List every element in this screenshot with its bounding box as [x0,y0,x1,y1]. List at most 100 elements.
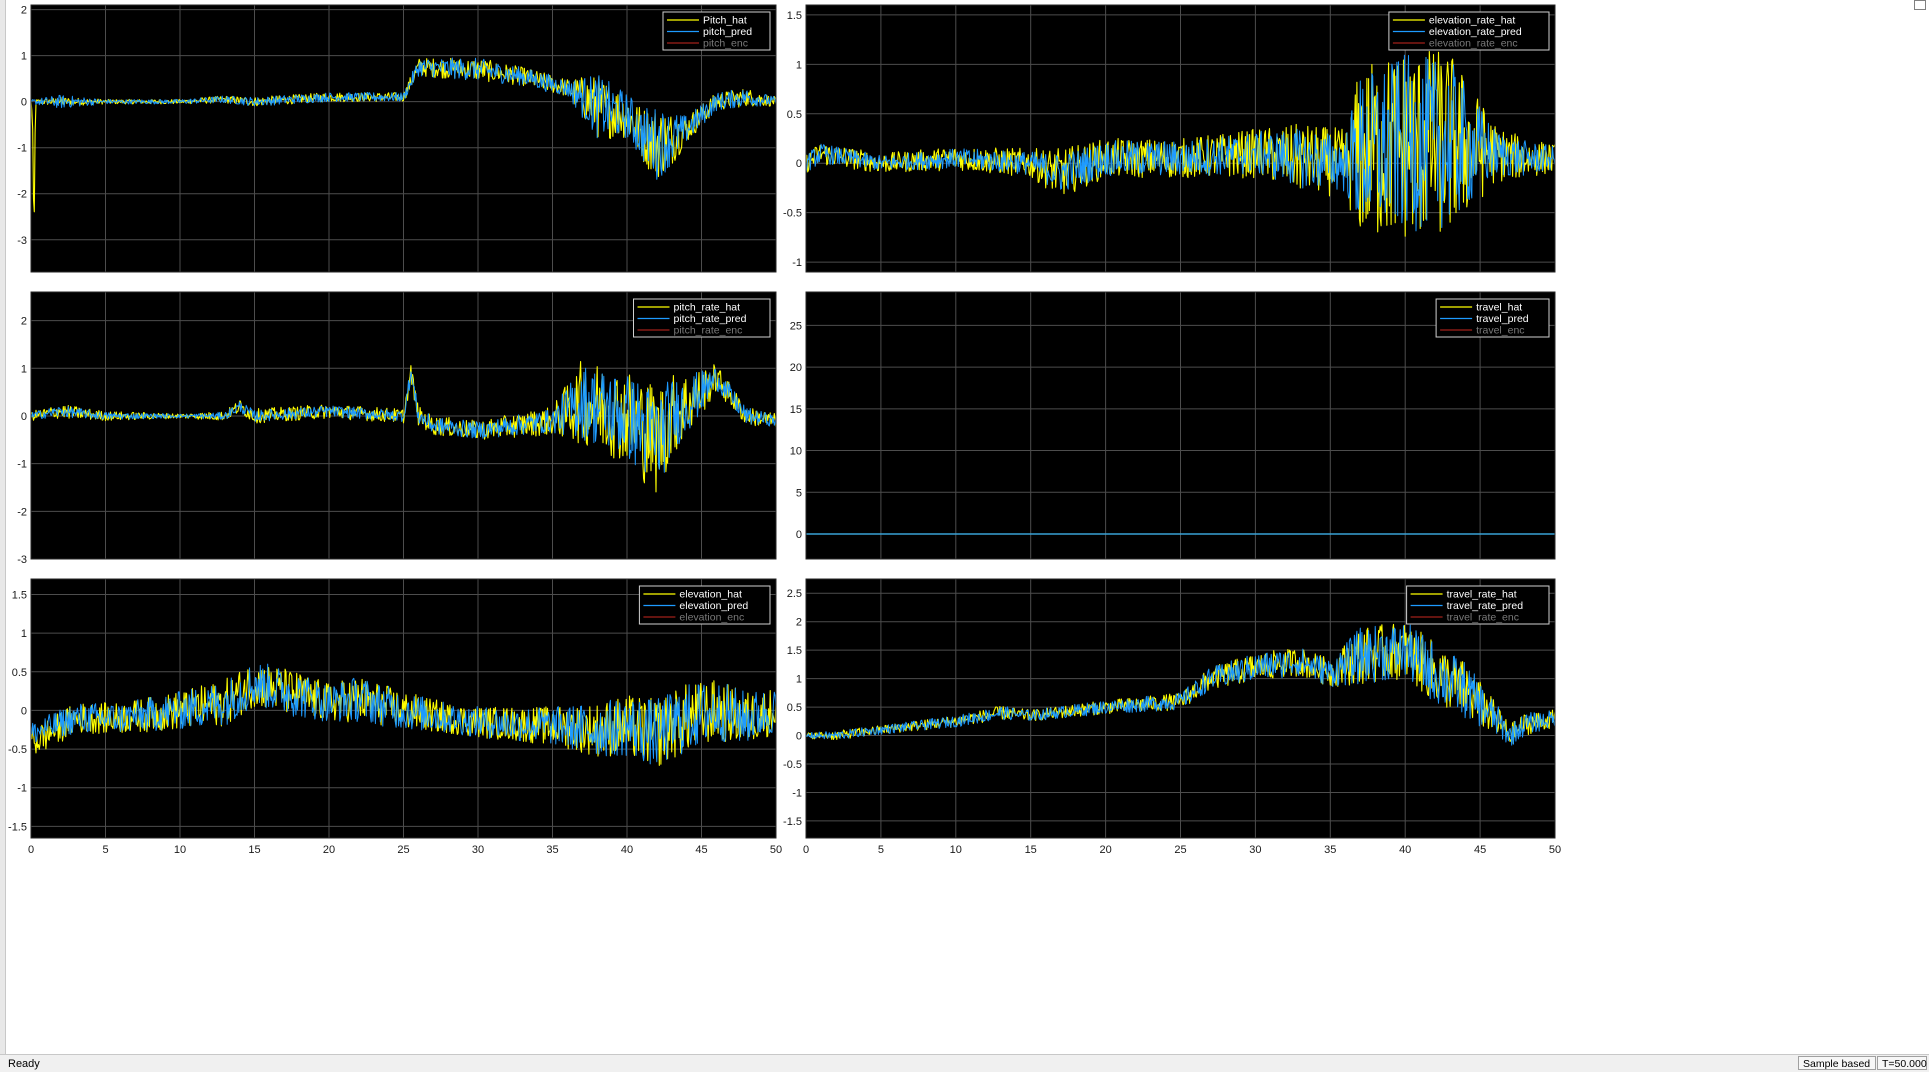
x-tick-label: 40 [621,844,633,856]
y-tick-label: 0.5 [787,109,802,121]
y-tick-label: 10 [790,446,802,458]
legend-entry: pitch_rate_enc [674,325,743,337]
x-tick-label: 10 [950,844,962,856]
chart-middle-left: -3 -2 -1 0 1 2 pitch_rate_hatpitch_rate_predpi… [17,291,777,566]
y-tick-label: 0 [21,97,27,109]
x-tick-label: 50 [1549,844,1561,856]
legend-entry: elevation_rate_enc [1429,38,1518,50]
y-tick-label: -1 [792,787,802,799]
y-tick-label: 1 [21,363,27,375]
legend-entry: elevation_rate_hat [1429,15,1515,27]
y-tick-label: 0.5 [12,667,27,679]
legend-entry: travel_enc [1476,325,1524,337]
y-tick-label: -0.5 [8,744,27,756]
y-tick-label: 20 [790,362,802,374]
legend-entry: pitch_rate_hat [674,302,741,314]
x-tick-label: 0 [28,844,34,856]
x-tick-label: 45 [1474,844,1486,856]
legend-entry: travel_rate_pred [1447,600,1524,612]
x-tick-label: 40 [1399,844,1411,856]
y-tick-label: -1 [792,257,802,269]
legend[interactable]: elevation_rate_hatelevation_rate_predele… [1388,11,1550,51]
x-tick-label: 5 [102,844,108,856]
y-tick-label: 0 [21,705,27,717]
x-tick-label: 5 [878,844,884,856]
sample-mode-indicator: Sample based [1798,1056,1876,1070]
x-tick-label: 30 [1249,844,1261,856]
legend-entry: elevation_enc [679,612,744,624]
y-tick-label: 0 [796,529,802,541]
legend-entry: travel_rate_enc [1447,612,1519,624]
x-tick-label: 45 [695,844,707,856]
x-tick-label: 25 [397,844,409,856]
legend-entry: travel_hat [1476,302,1522,314]
y-tick-label: -1.5 [8,821,27,833]
y-tick-label: 0 [796,731,802,743]
legend-entry: elevation_pred [679,600,748,612]
scope-display: -3 -2 -1 0 1 2 Pitch_hat pitch_pred pitch_enc -1-… [6,0,1929,1054]
y-tick-label: 25 [790,320,802,332]
y-tick-label: 2 [21,316,27,328]
legend-entry: pitch_rate_pred [674,313,747,325]
legend[interactable]: Pitch_hatpitch_predpitch_enc [662,11,771,51]
x-tick-label: 10 [174,844,186,856]
y-tick-label: 0 [796,158,802,170]
x-tick-label: 50 [770,844,782,856]
x-tick-label: 20 [323,844,335,856]
y-tick-label: 0 [21,411,27,423]
y-tick-label: 1 [21,51,27,63]
legend[interactable]: elevation_hatelevation_predelevation_enc [638,585,771,625]
y-tick-label: 15 [790,404,802,416]
y-tick-label: 1.5 [787,645,802,657]
time-readout: T=50.000 [1877,1056,1927,1070]
legend[interactable]: travel_hattravel_predtravel_enc [1435,298,1550,338]
y-tick-label: 1 [21,628,27,640]
legend-entry: travel_rate_hat [1447,589,1517,601]
y-tick-label: 1 [796,674,802,686]
legend-entry: Pitch_hat [703,15,747,27]
legend-entry: travel_pred [1476,313,1529,325]
y-tick-label: -0.5 [783,759,802,771]
status-bar: Ready Sample based T=50.000 [0,1054,1929,1072]
x-tick-label: 25 [1174,844,1186,856]
undock-button[interactable] [1914,0,1926,10]
scope-plots: -3-2-1012Pitch_hatpitch_predpitch_enc-1-… [8,4,1561,856]
status-text: Ready [8,1058,40,1070]
y-tick-label: 5 [796,487,802,499]
y-tick-label: -2 [17,189,27,201]
legend-entry: pitch_enc [703,38,748,50]
x-tick-label: 35 [546,844,558,856]
y-tick-label: -1 [17,143,27,155]
chart-middle-right: 0 5 10 15 20 25 travel_hattravel_predtravel_en… [790,291,1556,560]
legend-entry: pitch_pred [703,26,752,38]
y-tick-label: -0.5 [783,208,802,220]
chart-top-right: -1-0.500.511.5 elevation_rate_hatelevatio… [783,4,1556,273]
x-tick-label: 15 [1025,844,1037,856]
x-tick-label: 0 [803,844,809,856]
chart-top-left: -3 -2 -1 0 1 2 Pitch_hatpitch_predpitch_enc [17,4,777,273]
legend[interactable]: pitch_rate_hatpitch_rate_predpitch_rate_… [633,298,771,338]
y-tick-label: 0.5 [787,702,802,714]
legend-entry: elevation_hat [679,589,742,601]
window-left-edge [0,0,6,1054]
y-tick-label: -1.5 [783,816,802,828]
y-tick-label: -1 [17,459,27,471]
y-tick-label: 2.5 [787,588,802,600]
y-tick-label: -3 [17,235,27,247]
y-tick-label: -2 [17,506,27,518]
chart-bottom-right: -1.5 -1 -0.5 0 0.5 1 1.5 2 2.5 0 5 10 15 20 25 30 35 40 45… [783,578,1561,856]
x-tick-label: 30 [472,844,484,856]
y-tick-label: -1 [17,783,27,795]
legend[interactable]: travel_rate_hattravel_rate_predtravel_ra… [1406,585,1550,625]
x-tick-label: 20 [1099,844,1111,856]
chart-bottom-left: -1.5 -1 -0.5 0 0.5 1 1.5 0 5 10 15 20 25 30 35 40 45 50 el… [8,578,782,856]
y-tick-label: 1.5 [787,10,802,22]
x-tick-label: 35 [1324,844,1336,856]
y-tick-label: 1.5 [12,589,27,601]
y-tick-label: 1 [796,59,802,71]
x-tick-label: 15 [248,844,260,856]
legend-entry: elevation_rate_pred [1429,26,1522,38]
y-tick-label: -3 [17,554,27,566]
y-tick-label: 2 [796,617,802,629]
y-tick-label: 2 [21,5,27,17]
